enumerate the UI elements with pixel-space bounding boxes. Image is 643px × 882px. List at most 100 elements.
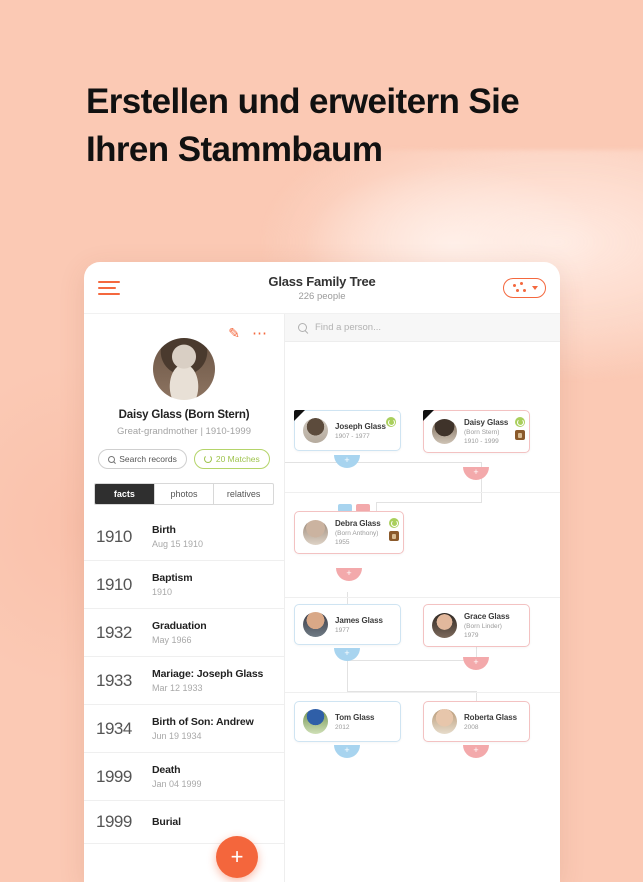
timeline-year: 1932 <box>96 622 132 642</box>
tree-card-joseph[interactable]: Joseph Glass 1907 - 1977 <box>294 410 401 451</box>
section-divider <box>285 597 560 598</box>
page-title: Glass Family Tree <box>268 273 376 289</box>
timeline-row[interactable]: 1934 Birth of Son: Andrew Jun 19 1934 <box>84 705 284 753</box>
connector-line <box>376 502 482 503</box>
hamburger-icon[interactable] <box>98 280 120 295</box>
search-placeholder: Find a person... <box>315 322 382 333</box>
tree-card-years: 1910 - 1999 <box>464 438 499 445</box>
timeline-row[interactable]: 1999 Death Jan 04 1999 <box>84 753 284 801</box>
connector-line <box>347 660 348 692</box>
tree-card-badges <box>386 417 396 427</box>
search-input[interactable]: Find a person... <box>285 314 560 342</box>
add-relative-button[interactable]: + <box>334 455 360 468</box>
kebab-menu-icon[interactable]: ⋯ <box>252 326 268 341</box>
add-relative-button[interactable]: + <box>463 657 489 670</box>
tree-card-name: Daisy Glass <box>464 418 509 427</box>
corner-fold-icon <box>294 410 305 421</box>
tree-card-years: 1907 - 1977 <box>335 432 370 440</box>
timeline-row[interactable]: 1933 Mariage: Joseph Glass Mar 12 1933 <box>84 657 284 705</box>
app-title-block: Glass Family Tree 226 people <box>84 274 560 302</box>
tree-dots-icon <box>512 281 530 294</box>
tree-card-name: Tom Glass <box>335 712 375 722</box>
tree-card-badges <box>515 417 525 440</box>
profile-name: Daisy Glass (Born Stern) <box>118 409 250 421</box>
record-icon <box>389 531 399 541</box>
app-topbar: Glass Family Tree 226 people <box>84 262 560 314</box>
connector-line <box>347 660 477 661</box>
add-relative-button[interactable]: + <box>336 568 362 581</box>
timeline-label: Burial <box>152 816 181 828</box>
pencil-icon[interactable]: ✎ <box>228 326 240 340</box>
timeline-date: May 1966 <box>152 635 192 645</box>
tree-card-debra[interactable]: Debra Glass (Born Anthony) 1955 <box>294 511 404 554</box>
tree-card-name: Roberta Glass <box>464 712 517 722</box>
tree-card-grace[interactable]: Grace Glass (Born Linder) 1979 <box>423 604 530 647</box>
profile-meta: Great-grandmother | 1910-1999 <box>117 426 251 437</box>
timeline-label: Baptism <box>152 572 193 584</box>
tree-card-name: Grace Glass <box>464 612 510 621</box>
tree-card-daisy[interactable]: Daisy Glass (Born Stern) 1910 - 1999 <box>423 410 530 453</box>
timeline-date: Jan 04 1999 <box>152 779 202 789</box>
timeline-date: Mar 12 1933 <box>152 683 203 693</box>
profile-action-pills: Search records 20 Matches <box>94 449 274 469</box>
tree-card-born: (Born Stern) <box>464 429 500 436</box>
avatar <box>153 338 215 400</box>
timeline-year: 1999 <box>96 766 132 786</box>
timeline-date: 1910 <box>152 587 173 597</box>
timeline-year: 1934 <box>96 718 132 738</box>
timeline-row[interactable]: 1910 Birth Aug 15 1910 <box>84 513 284 561</box>
search-records-button[interactable]: Search records <box>98 449 187 469</box>
timeline-year: 1910 <box>96 526 132 546</box>
matches-button[interactable]: 20 Matches <box>193 449 270 469</box>
sync-icon <box>389 518 399 528</box>
timeline-year: 1933 <box>96 670 132 690</box>
add-relative-button[interactable]: + <box>334 745 360 758</box>
timeline-date: Aug 15 1910 <box>152 539 204 549</box>
matches-label: 20 Matches <box>215 454 260 464</box>
tree-card-name: James Glass <box>335 615 383 625</box>
timeline-row[interactable]: 1999 Burial <box>84 801 284 844</box>
app-body: ✎ ⋯ Daisy Glass (Born Stern) Great-grand… <box>84 314 560 882</box>
avatar <box>432 419 457 444</box>
timeline-label: Birth of Son: Andrew <box>152 716 254 728</box>
timeline-row[interactable]: 1910 Baptism 1910 <box>84 561 284 609</box>
tree-card-born: (Born Anthony) <box>335 530 379 537</box>
tab-relatives[interactable]: relatives <box>214 484 273 504</box>
page-headline: Erstellen und erweitern Sie Ihren Stammb… <box>86 82 520 169</box>
sync-icon <box>203 455 212 463</box>
tab-photos[interactable]: photos <box>155 484 215 504</box>
timeline-year: 1910 <box>96 574 132 594</box>
app-screenshot-frame: Glass Family Tree 226 people ✎ ⋯ Daisy G… <box>84 262 560 882</box>
avatar <box>432 709 457 734</box>
tree-card-tom[interactable]: Tom Glass 2012 <box>294 701 401 742</box>
tree-card-roberta[interactable]: Roberta Glass 2008 <box>423 701 530 742</box>
sync-icon <box>386 417 396 427</box>
search-records-label: Search records <box>119 454 177 464</box>
record-icon <box>515 430 525 440</box>
timeline-row[interactable]: 1932 Graduation May 1966 <box>84 609 284 657</box>
avatar <box>303 612 328 637</box>
tree-card-name: Joseph Glass <box>335 421 386 431</box>
timeline-year: 1999 <box>96 812 132 831</box>
tab-facts[interactable]: facts <box>95 484 155 504</box>
tree-view-icon[interactable] <box>503 277 546 298</box>
connector-line <box>285 462 482 463</box>
tree-card-years: 1977 <box>335 626 350 634</box>
search-icon <box>108 455 116 463</box>
tree-canvas[interactable]: Joseph Glass 1907 - 1977 + Daisy Glass (… <box>285 342 560 882</box>
timeline-label: Death <box>152 764 181 776</box>
tree-card-years: 2012 <box>335 723 350 731</box>
search-icon <box>298 323 307 332</box>
tree-card-name: Debra Glass <box>335 519 381 528</box>
avatar <box>432 613 457 638</box>
avatar <box>303 520 328 545</box>
tree-card-years: 2008 <box>464 723 479 731</box>
sync-icon <box>515 417 525 427</box>
tree-card-james[interactable]: James Glass 1977 <box>294 604 401 645</box>
add-relative-button[interactable]: + <box>463 467 489 480</box>
tree-panel: Find a person... Joseph Glass 1907 - 197… <box>285 314 560 882</box>
add-fab-button[interactable]: + <box>216 836 258 878</box>
facts-timeline: 1910 Birth Aug 15 1910 1910 Baptism 1910… <box>84 513 284 844</box>
add-relative-button[interactable]: + <box>463 745 489 758</box>
profile-tabs: facts photos relatives <box>94 483 274 505</box>
